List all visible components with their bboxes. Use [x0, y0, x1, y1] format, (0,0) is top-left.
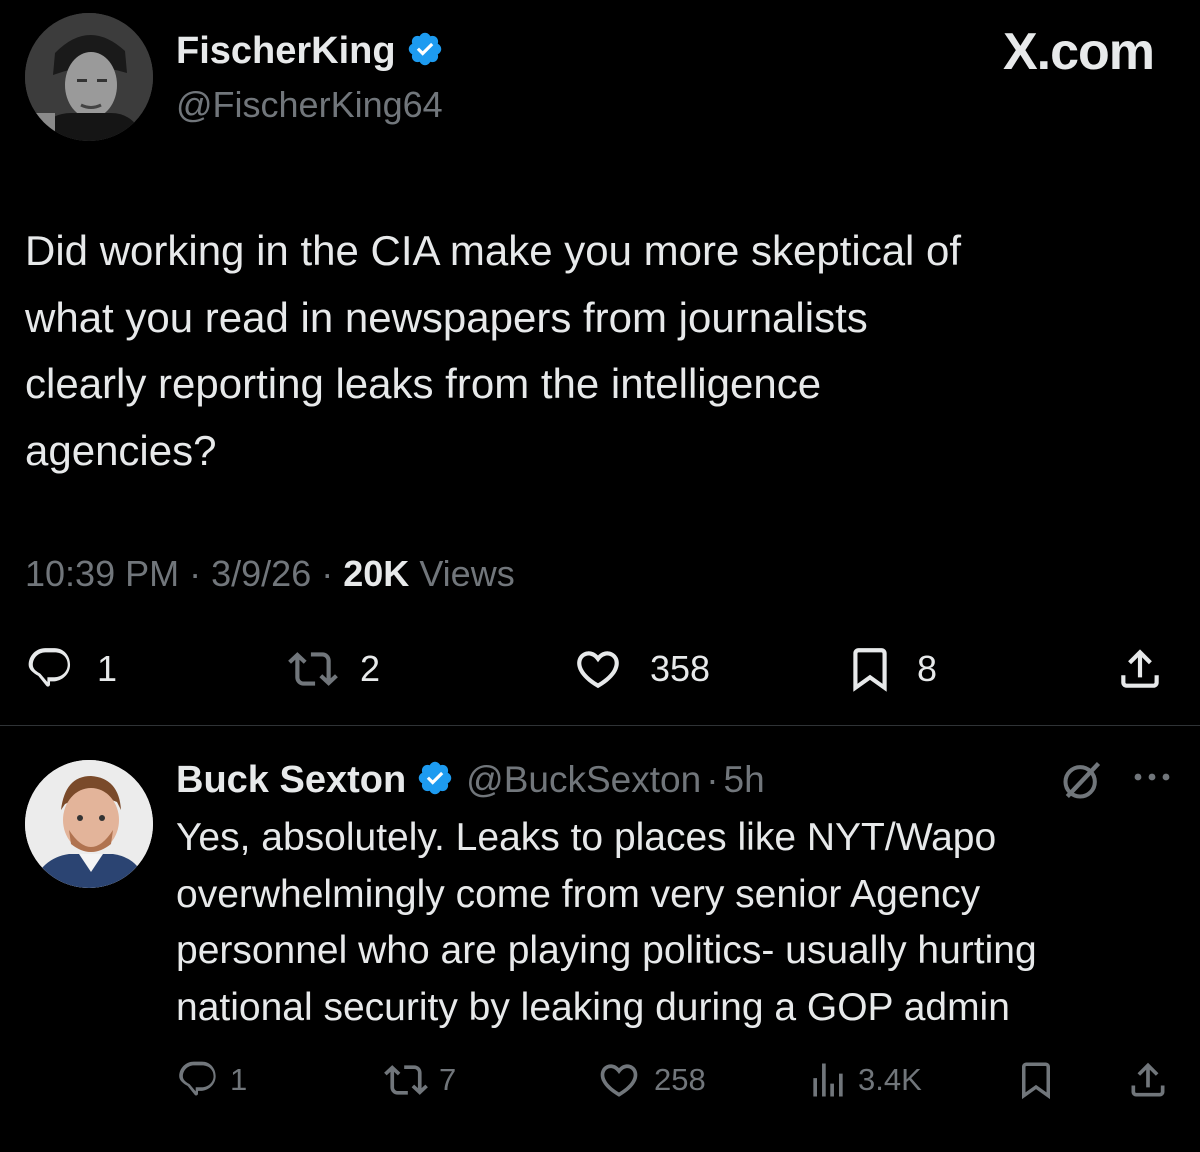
tweet-text: Did working in the CIA make you more ske… [25, 218, 961, 484]
x-logo[interactable]: X.com [1003, 22, 1155, 82]
grok-icon[interactable] [1060, 758, 1104, 807]
heart-icon [577, 651, 619, 689]
reply-views-button[interactable]: 3.4K [806, 1058, 922, 1102]
tweet-time[interactable]: 10:39 PM [25, 553, 179, 594]
avatar-photo-icon [25, 760, 153, 888]
tweet-text-line: Did working in the CIA make you more ske… [25, 227, 962, 274]
reply-button[interactable]: 1 [25, 644, 117, 694]
meta-separator: · [706, 759, 719, 800]
reply-author-handle[interactable]: @BuckSexton [466, 759, 701, 801]
like-count: 358 [650, 648, 711, 689]
views-label: Views [419, 553, 515, 594]
tweet-author: FischerKing [176, 26, 444, 76]
tweet-meta: 10:39 PM · 3/9/26 · 20K Views [25, 553, 515, 595]
reply-text-line: Yes, absolutely. Leaks to places like NY… [176, 816, 997, 859]
tweet-text-line: what you read in newspapers from journal… [25, 293, 868, 341]
reply-like-button[interactable]: 258 [596, 1058, 706, 1102]
reply-header: Buck Sexton @BuckSexton · 5h [176, 752, 765, 808]
bucksexton-avatar[interactable] [25, 760, 153, 888]
reply-share-button[interactable] [1126, 1058, 1170, 1102]
reply-icon [28, 648, 71, 687]
repost-button[interactable]: 2 [286, 644, 380, 694]
reply-text-line: overwhelmingly come from very senior Age… [176, 872, 981, 916]
repost-count: 2 [360, 648, 381, 689]
reply-bookmark-button[interactable] [1015, 1058, 1057, 1102]
bookmark-button[interactable]: 8 [845, 644, 937, 694]
reply-icon [179, 1061, 216, 1096]
share-icon [1131, 1062, 1165, 1097]
reply-text: Yes, absolutely. Leaks to places like NY… [176, 810, 1037, 1036]
reply-views-count: 3.4K [858, 1062, 922, 1097]
bookmark-icon [1022, 1062, 1050, 1100]
reply-text-line: national security by leaking during a GO… [176, 985, 1010, 1029]
tweet-text-line: clearly reporting leaks from the intelli… [25, 360, 822, 407]
tweet-date[interactable]: 3/9/26 [211, 553, 311, 594]
verified-badge-icon [416, 759, 454, 802]
avatar-photo-icon [25, 13, 153, 141]
author-name[interactable]: FischerKing [176, 30, 396, 73]
more-options-icon[interactable] [1130, 765, 1174, 794]
like-button[interactable]: 358 [570, 644, 710, 694]
reply-count: 1 [97, 648, 118, 689]
views-count: 20K [343, 553, 410, 594]
reply-repost-count: 7 [439, 1062, 457, 1097]
tweet-divider [0, 725, 1200, 726]
views-chart-icon [813, 1063, 843, 1097]
reply-reply-count: 1 [230, 1062, 248, 1097]
reply-text-line: personnel who are playing politics- usua… [176, 929, 1037, 972]
meta-separator: · [189, 553, 202, 594]
tweet-text-line: agencies? [25, 426, 217, 474]
reply-repost-button[interactable]: 7 [383, 1058, 456, 1102]
share-icon [1121, 649, 1159, 688]
fischerking-avatar[interactable] [25, 13, 153, 141]
bookmark-count: 8 [917, 648, 938, 689]
share-button[interactable] [1115, 644, 1165, 694]
verified-badge-icon [406, 30, 444, 73]
repost-icon [288, 652, 338, 686]
reply-like-count: 258 [654, 1062, 706, 1097]
reply-author-name[interactable]: Buck Sexton [176, 759, 406, 802]
repost-icon [384, 1065, 428, 1095]
reply-time[interactable]: 5h [724, 759, 765, 801]
reply-reply-button[interactable]: 1 [176, 1058, 247, 1102]
author-handle[interactable]: @FischerKing64 [176, 84, 443, 126]
meta-separator: · [321, 553, 334, 594]
heart-icon [600, 1064, 638, 1097]
bookmark-icon [853, 648, 887, 692]
